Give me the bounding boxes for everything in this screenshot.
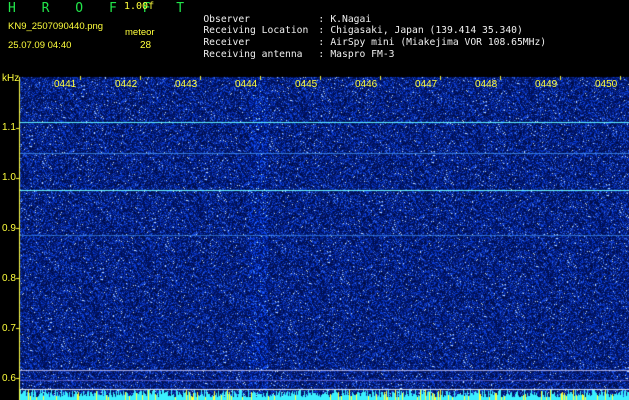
- x-tick-label: 0441: [54, 79, 77, 90]
- x-tick-label: 0442: [115, 79, 138, 90]
- header-panel: H R O F F T 1.00f KN9_2507090440.png met…: [0, 0, 629, 72]
- y-axis-unit: kHz: [2, 73, 20, 84]
- file-name: KN9_2507090440.png: [8, 21, 104, 32]
- meteor-count-label: meteor: [125, 27, 155, 38]
- x-tick-label: 0444: [235, 79, 258, 90]
- y-tick-label: 0.8: [2, 273, 16, 284]
- x-tick-label: 0450: [595, 79, 618, 90]
- x-tick-label: 0445: [295, 79, 318, 90]
- y-tick-label: 1.1: [2, 122, 16, 133]
- info-separator: :: [318, 48, 325, 60]
- info-row-antenna: Receiving antenna: Maspro FM-3: [180, 40, 395, 69]
- x-tick-label: 0449: [535, 79, 558, 90]
- capture-datetime: 25.07.09 04:40: [8, 40, 72, 51]
- x-tick-label: 0443: [175, 79, 198, 90]
- x-tick-label: 0448: [475, 79, 498, 90]
- app-version: 1.00f: [124, 1, 155, 12]
- y-tick-label: 0.6: [2, 373, 16, 384]
- x-tick-label: 0447: [415, 79, 438, 90]
- y-tick-label: 0.9: [2, 223, 16, 234]
- spectrogram-canvas: [0, 72, 629, 400]
- y-tick-label: 1.0: [2, 172, 16, 183]
- y-tick-label: 0.7: [2, 323, 16, 334]
- info-key: Receiving antenna: [203, 48, 303, 60]
- info-value: Maspro FM-3: [330, 48, 395, 60]
- meteor-count-value: 28: [140, 40, 152, 51]
- app-brand: H R O F F T: [8, 1, 194, 16]
- x-tick-label: 0446: [355, 79, 378, 90]
